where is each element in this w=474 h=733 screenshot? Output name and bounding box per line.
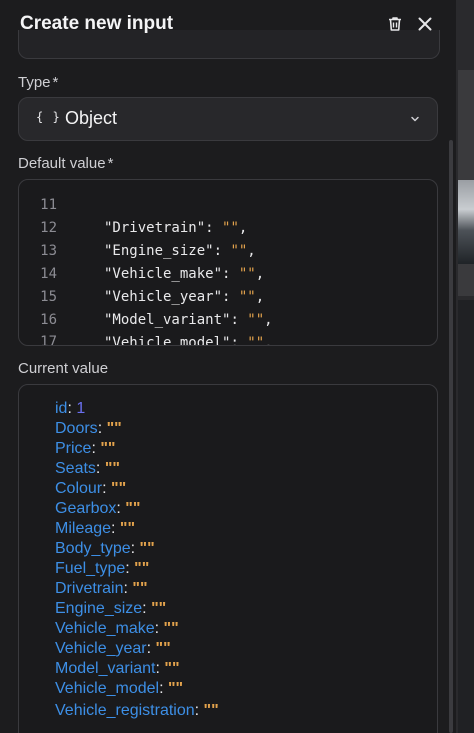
- background-photo-thumbnail: [458, 180, 474, 264]
- code-line: 14 "Vehicle_year": "",: [19, 240, 437, 305]
- cv-key: Body_type: [55, 540, 131, 557]
- current-value-row: Engine_size: "": [55, 599, 166, 619]
- code-line: 12 "Engine_size": "",: [19, 194, 437, 259]
- cv-value: "": [132, 580, 148, 597]
- cv-value: "": [100, 440, 116, 457]
- code-line: 15 "Model_variant": "",: [19, 263, 437, 328]
- close-icon[interactable]: [413, 12, 437, 36]
- cv-colon: :: [67, 400, 77, 417]
- cv-key: Fuel_type: [55, 560, 126, 577]
- current-value-row: Doors: "": [55, 419, 122, 439]
- cv-colon: :: [146, 640, 156, 657]
- cv-colon: :: [102, 480, 112, 497]
- cv-value: "": [203, 702, 219, 719]
- cv-colon: :: [154, 620, 164, 637]
- panel-title: Create new input: [20, 13, 174, 34]
- cv-key: Colour: [55, 480, 103, 497]
- type-select-value: Object: [65, 108, 118, 128]
- cv-key: Vehicle_year: [55, 640, 147, 657]
- code-line: 11 "Drivetrain": "",: [19, 180, 437, 236]
- current-value-row: Fuel_type: "": [55, 559, 149, 579]
- cv-key: Gearbox: [55, 500, 117, 517]
- cv-value: "": [125, 500, 141, 517]
- cv-colon: :: [194, 702, 204, 719]
- cv-colon: :: [159, 680, 168, 697]
- cv-key: Engine_size: [55, 600, 143, 617]
- code-line: 18 }: [19, 331, 437, 345]
- object-braces-icon: { }: [36, 110, 61, 124]
- cv-key: Model_variant: [55, 660, 156, 677]
- cv-value: "": [151, 600, 167, 617]
- cv-value: "": [167, 680, 184, 697]
- type-required-mark: *: [52, 74, 59, 91]
- cv-key: Vehicle_make: [55, 620, 155, 637]
- cv-value: 1: [76, 400, 86, 417]
- cv-key: Vehicle_model: [55, 680, 160, 697]
- current-value-row: Model_variant: "": [55, 659, 180, 679]
- cv-value: "": [155, 640, 171, 657]
- code-line: 16 "Vehicle_model": "",: [19, 286, 437, 345]
- current-value-row: Drivetrain: "": [55, 579, 148, 599]
- trash-icon[interactable]: [383, 12, 407, 36]
- current-value-row: Vehicle_year: "": [55, 639, 171, 659]
- type-select[interactable]: { } Object: [18, 97, 438, 141]
- cv-value: "": [164, 660, 180, 677]
- cv-colon: :: [95, 460, 105, 477]
- cv-value: "": [119, 520, 136, 537]
- current-value-label: Current value: [18, 360, 109, 377]
- cv-key: Vehicle_registration: [55, 702, 195, 719]
- cv-key: Mileage: [55, 520, 112, 537]
- current-value-box: id: 1 Doors: "" Price: "" Seats: "" Colo…: [18, 384, 438, 733]
- current-value-row: Vehicle_registration: "": [55, 701, 219, 721]
- cv-key: Doors: [55, 420, 98, 437]
- panel-scrollbar[interactable]: [449, 140, 453, 733]
- current-value-row: Mileage: "": [55, 519, 135, 539]
- type-label: Type *: [18, 74, 58, 91]
- cv-colon: :: [116, 500, 126, 517]
- cv-key: Price: [55, 440, 92, 457]
- default-value-label: Default value *: [18, 155, 113, 172]
- default-value-label-text: Default value: [18, 155, 106, 172]
- cv-key: Drivetrain: [55, 580, 124, 597]
- current-value-row: Colour: "": [55, 479, 126, 499]
- background-dark-area: [458, 300, 474, 733]
- cv-value: "": [111, 480, 127, 497]
- current-value-row: Vehicle_model: "": [55, 679, 183, 699]
- default-value-required-mark: *: [107, 155, 114, 172]
- cv-colon: :: [97, 420, 107, 437]
- current-value-row: Gearbox: "": [55, 499, 140, 519]
- cv-value: "": [163, 620, 179, 637]
- current-value-row: Price: "": [55, 439, 116, 459]
- cv-value: "": [139, 540, 155, 557]
- cv-colon: :: [142, 600, 152, 617]
- code-line: 13 "Vehicle_make": "",: [19, 217, 437, 282]
- type-label-text: Type: [18, 74, 51, 91]
- cv-colon: :: [91, 440, 101, 457]
- current-value-row: Body_type: "": [55, 539, 155, 559]
- cv-colon: :: [130, 540, 140, 557]
- create-input-panel: Create new input Type * { } Object Defaul…: [0, 0, 456, 733]
- chevron-down-icon: [409, 112, 421, 130]
- cv-value: "": [106, 420, 122, 437]
- default-value-code-editor[interactable]: 11 "Drivetrain": "", 12 "Engine_size": "…: [18, 179, 438, 346]
- panel-header: Create new input: [0, 0, 456, 50]
- cv-key: Seats: [55, 460, 96, 477]
- cv-colon: :: [125, 560, 135, 577]
- code-line: 17 "Vehicle_registration": "": [19, 308, 437, 345]
- background-app-edge: [456, 0, 474, 733]
- cv-key: id: [55, 400, 68, 417]
- current-value-row: id: 1: [55, 399, 85, 419]
- cv-value: "": [134, 560, 150, 577]
- current-value-row: Vehicle_make: "": [55, 619, 179, 639]
- current-value-row: Seats: "": [55, 459, 120, 479]
- cv-value: "": [104, 460, 120, 477]
- cv-colon: :: [111, 520, 120, 537]
